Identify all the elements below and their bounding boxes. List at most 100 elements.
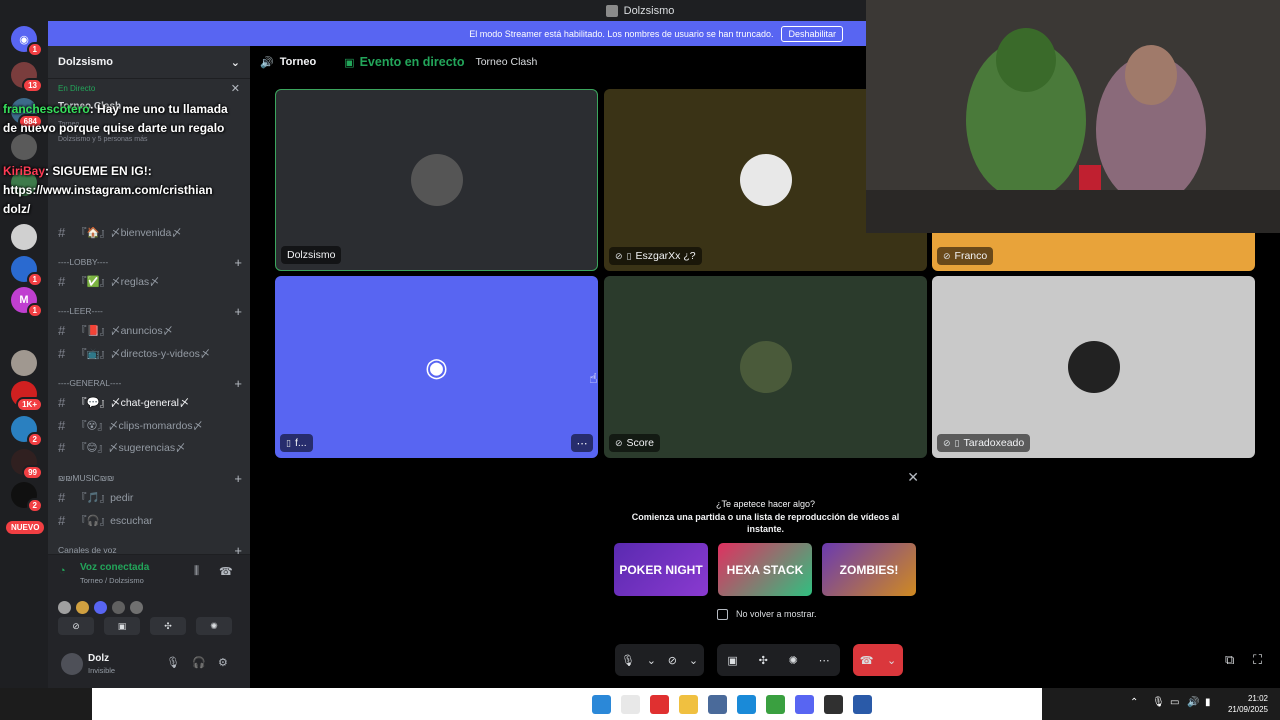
- windows-start-icon[interactable]: [592, 695, 611, 714]
- server-icon[interactable]: M1: [11, 287, 43, 318]
- taskbar-left: [0, 688, 92, 720]
- channel-label: 『🎵』pedir: [76, 491, 134, 504]
- microphone-icon[interactable]: 🎙: [621, 654, 635, 667]
- participant-tile[interactable]: ⊘ ▯ Taradoxeado: [932, 276, 1255, 458]
- activities-icon[interactable]: ✣: [759, 654, 768, 667]
- game-card-poker[interactable]: POKER NIGHT: [614, 543, 708, 596]
- app-icon[interactable]: [708, 695, 727, 714]
- voice-status[interactable]: Voz conectada: [80, 562, 149, 573]
- camera-off-icon[interactable]: ⊘: [668, 654, 677, 667]
- add-channel-icon[interactable]: +: [234, 376, 242, 391]
- soundboard-button[interactable]: ✺: [196, 617, 232, 635]
- category-leer[interactable]: ----LEER---- +: [58, 303, 242, 319]
- server-icon[interactable]: 1: [11, 256, 43, 287]
- category-music[interactable]: ₪₪MUSIC₪₪ +: [58, 470, 242, 486]
- user-name[interactable]: Dolz: [88, 653, 109, 664]
- voice-channel[interactable]: Torneo / Dolzsismo: [80, 576, 144, 585]
- close-icon[interactable]: ✕: [231, 82, 240, 95]
- chevron-down-icon[interactable]: ⌄: [647, 654, 656, 667]
- fullscreen-icon[interactable]: ⛶: [1253, 652, 1262, 668]
- chrome-icon[interactable]: [766, 695, 785, 714]
- muted-icon: ⊘: [615, 437, 623, 448]
- share-screen-button[interactable]: ▣: [104, 617, 140, 635]
- user-panel: Dolz Invisible 🎙 🎧 ⚙: [48, 644, 250, 688]
- avatar[interactable]: [61, 653, 83, 675]
- dont-show-checkbox[interactable]: [717, 609, 728, 620]
- category-general[interactable]: ----GENERAL---- +: [58, 375, 242, 391]
- channel-clips[interactable]: # 『😵』〆clips-momardos〆: [58, 415, 242, 435]
- channel-bienvenida[interactable]: # 『🏠』〆bienvenida〆: [58, 222, 242, 242]
- activities-button[interactable]: ✣: [150, 617, 186, 635]
- server-icon[interactable]: 2: [11, 416, 43, 447]
- channel-chat-general[interactable]: # 『💬』〆chat-general〆: [58, 392, 242, 412]
- channel-sugerencias[interactable]: # 『😊』〆sugerencias〆: [58, 437, 242, 457]
- participant-tile[interactable]: ⊘ Score: [604, 276, 927, 458]
- add-channel-icon[interactable]: +: [234, 304, 242, 319]
- discord-home-icon[interactable]: ◉ 1: [11, 26, 43, 57]
- disconnect-button[interactable]: ☎ ⌄: [853, 644, 903, 676]
- microphone-icon[interactable]: 🎙: [1152, 697, 1165, 708]
- activity-avatar[interactable]: [112, 601, 125, 614]
- channel-directos[interactable]: # 『📺』〆directos-y-videos〆: [58, 343, 242, 363]
- microphone-icon[interactable]: 🎙: [166, 656, 180, 669]
- popout-icon[interactable]: ⧉: [1225, 652, 1234, 668]
- headphones-icon[interactable]: 🎧: [192, 656, 206, 669]
- network-icon[interactable]: ▭: [1170, 697, 1179, 708]
- activity-avatar[interactable]: [94, 601, 107, 614]
- popup-description: Comienza una partida o una lista de repr…: [631, 512, 900, 534]
- volume-icon[interactable]: 🔊: [1187, 697, 1199, 708]
- activity-avatar[interactable]: [76, 601, 89, 614]
- obs-icon[interactable]: [824, 695, 843, 714]
- stage-actions: ▣ ✣ ✺ ⋯: [717, 644, 840, 676]
- channel-label: 『📺』〆directos-y-videos〆: [76, 347, 211, 360]
- app-icon[interactable]: [650, 695, 669, 714]
- file-explorer-icon[interactable]: [679, 695, 698, 714]
- participant-name: f...: [294, 437, 307, 449]
- disconnect-icon[interactable]: ☎: [219, 565, 233, 578]
- server-icon[interactable]: [11, 350, 37, 376]
- disable-streamer-button[interactable]: Deshabilitar: [781, 25, 843, 42]
- hang-up-icon[interactable]: ☎: [860, 654, 874, 667]
- more-options-button[interactable]: ⋯: [571, 434, 593, 452]
- close-icon[interactable]: ✕: [907, 469, 919, 486]
- chevron-down-icon[interactable]: ⌄: [689, 654, 698, 667]
- channel-escuchar[interactable]: # 『🎧』escuchar: [58, 510, 242, 530]
- channel-pedir[interactable]: # 『🎵』pedir: [58, 487, 242, 507]
- event-live-label[interactable]: Evento en directo: [360, 55, 465, 69]
- game-card-zombies[interactable]: ZOMBIES!: [822, 543, 916, 596]
- share-screen-icon[interactable]: ▣: [727, 654, 737, 667]
- game-card-hexa[interactable]: HEXA STACK: [718, 543, 812, 596]
- server-header[interactable]: Dolzsismo ⌄: [48, 46, 250, 79]
- battery-icon[interactable]: ▮: [1205, 697, 1211, 708]
- server-icon[interactable]: 2: [11, 482, 43, 513]
- word-icon[interactable]: [853, 695, 872, 714]
- server-icon[interactable]: 99: [11, 449, 43, 480]
- taskbar-clock[interactable]: 21:02 21/09/2025: [1228, 693, 1268, 715]
- search-icon[interactable]: [621, 695, 640, 714]
- participant-tile[interactable]: ◉ ▯ f... ⋯: [275, 276, 598, 458]
- add-channel-icon[interactable]: +: [234, 255, 242, 270]
- channel-anuncios[interactable]: # 『📕』〆anuncios〆: [58, 320, 242, 340]
- edge-icon[interactable]: [737, 695, 756, 714]
- server-icon[interactable]: [11, 224, 37, 250]
- phone-icon: ▯: [286, 437, 291, 448]
- add-channel-icon[interactable]: +: [234, 471, 242, 486]
- activity-avatar[interactable]: [130, 601, 143, 614]
- channel-reglas[interactable]: # 『✅』〆reglas〆: [58, 271, 242, 291]
- server-icon[interactable]: 1K+: [11, 381, 43, 412]
- participant-tile[interactable]: Dolzsismo: [275, 89, 598, 271]
- chevron-down-icon[interactable]: ⌄: [887, 654, 896, 667]
- activity-avatar[interactable]: [58, 601, 71, 614]
- mic-control[interactable]: 🎙 ⌄ ⊘ ⌄: [615, 644, 704, 676]
- camera-toggle-button[interactable]: ⊘: [58, 617, 94, 635]
- server-icon[interactable]: 13: [11, 62, 43, 93]
- discord-icon[interactable]: [795, 695, 814, 714]
- gear-icon[interactable]: ⚙: [218, 656, 228, 669]
- soundboard-icon[interactable]: ✺: [789, 654, 798, 667]
- category-lobby[interactable]: ----LOBBY---- +: [58, 254, 242, 270]
- tray-chevron-icon[interactable]: ⌃: [1130, 697, 1138, 708]
- signal-icon[interactable]: ◔: [59, 565, 66, 577]
- participant-label: ⊘ Score: [609, 434, 660, 452]
- noise-suppression-icon[interactable]: ⫼: [194, 565, 199, 578]
- more-icon[interactable]: ⋯: [819, 654, 830, 667]
